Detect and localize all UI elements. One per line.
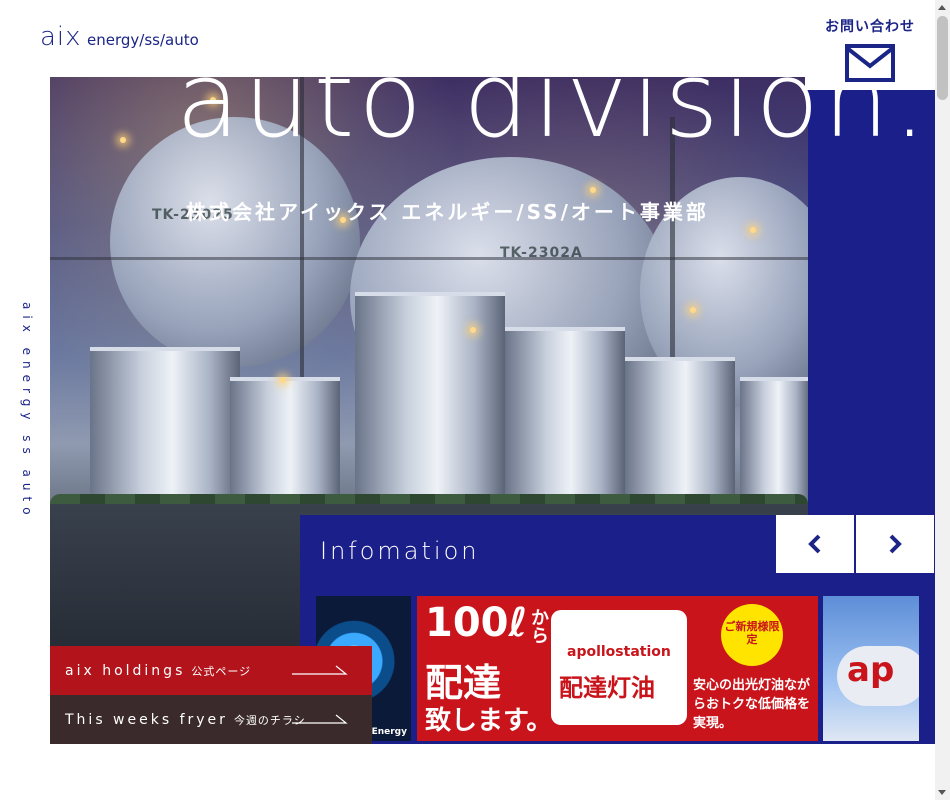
fryer-link[interactable]: This weeks fryer 今週のチラシ <box>50 695 372 744</box>
nav-item-company[interactable]: 会社概要 <box>511 46 593 66</box>
card-brand: apollostation <box>567 644 671 660</box>
info-title: Infomation <box>320 537 480 565</box>
info-card-kerosene[interactable]: 100ℓ から 配達 致します。 apollostation 配達灯油 ご新規様… <box>417 596 818 741</box>
link-main: aix holdings <box>65 662 186 679</box>
chevron-left-icon <box>808 534 821 554</box>
logo-mark: aix <box>40 22 82 52</box>
scroll-up-icon[interactable] <box>938 5 946 10</box>
card-itashimasu: 致します。 <box>425 706 553 736</box>
nav-item-recruit[interactable]: 採用情報 <box>687 46 747 66</box>
site-logo[interactable]: aix energy/ss/auto <box>0 0 240 77</box>
contact-button[interactable]: お問い合わせ <box>805 0 935 90</box>
info-next-button[interactable] <box>856 515 934 573</box>
information-section: Infomation o Energy 100ℓ から 配達 致します。 apo… <box>300 515 935 744</box>
chevron-down-icon <box>407 53 417 62</box>
info-card[interactable]: ap <box>823 596 919 741</box>
vertical-scrollbar[interactable] <box>935 0 950 800</box>
logo-text: energy/ss/auto <box>87 31 199 49</box>
nav-label: 事業紹介 <box>335 49 395 65</box>
card-haitatsu: 配達 <box>425 661 502 705</box>
card-kara: から <box>528 608 549 644</box>
card-product: 配達灯油 <box>559 674 655 702</box>
nav-label: 採用情報 <box>687 49 747 65</box>
arrow-right-icon <box>292 714 348 724</box>
contact-label: お問い合わせ <box>825 19 915 35</box>
chevron-right-icon <box>889 534 902 554</box>
nav-label: 会社概要 <box>511 49 571 65</box>
link-main: This weeks fryer <box>65 711 228 728</box>
card-desc: 安心の出光灯油ながらおトクな低価格を実現。 <box>693 678 811 731</box>
card-badge: ご新規様限定 <box>721 604 783 666</box>
hero-subtitle: 株式会社アイックス エネルギー/SS/オート事業部 <box>186 200 709 224</box>
mail-icon <box>845 44 895 82</box>
side-vertical-text: aix energy ss auto <box>20 302 34 521</box>
scroll-down-icon[interactable] <box>938 790 946 795</box>
info-prev-button[interactable] <box>776 515 854 573</box>
scroll-thumb[interactable] <box>937 16 948 100</box>
nav-item-business[interactable]: 事業紹介 <box>335 46 417 66</box>
chevron-down-icon <box>583 53 593 62</box>
link-sub: 公式ページ <box>191 664 252 678</box>
arrow-right-icon <box>292 665 348 675</box>
card-amount: 100ℓ <box>425 600 528 646</box>
holdings-link[interactable]: aix holdings 公式ページ <box>50 646 372 695</box>
card-logo: ap <box>837 646 919 706</box>
